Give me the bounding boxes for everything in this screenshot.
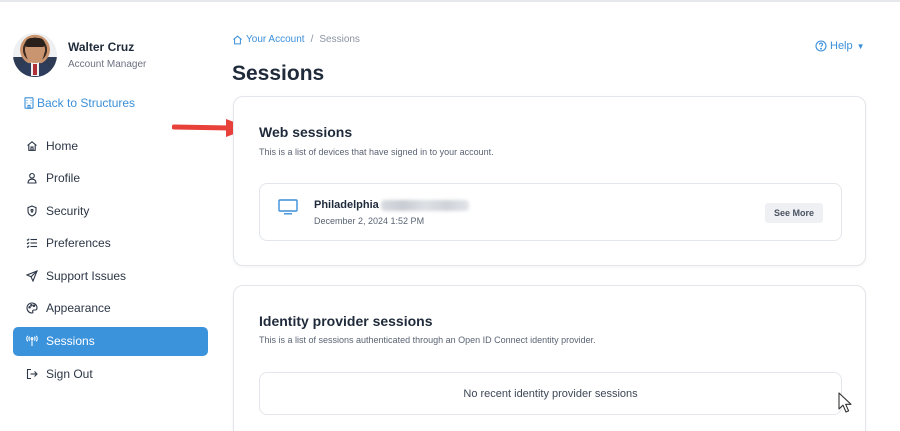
breadcrumb-your-account[interactable]: Your Account bbox=[232, 34, 305, 45]
back-link-label: Back to Structures bbox=[37, 96, 136, 110]
redacted-detail bbox=[380, 199, 469, 211]
sidebar-item-label: Sign Out bbox=[46, 366, 93, 381]
sidebar-item-label: Home bbox=[46, 138, 79, 153]
question-circle-icon bbox=[815, 40, 827, 52]
chevron-down-icon: ▼ bbox=[856, 41, 865, 51]
list-settings-icon bbox=[26, 238, 37, 249]
breadcrumb-current: Sessions bbox=[319, 34, 360, 45]
sidebar-item-profile[interactable]: Profile bbox=[13, 164, 208, 193]
palette-icon bbox=[26, 302, 38, 315]
session-item: Philadelphia December 2, 2024 1:52 PM Se… bbox=[259, 183, 842, 241]
sidebar-item-sessions[interactable]: Sessions bbox=[13, 326, 208, 356]
sidebar: Walter Cruz Account Manager Back to Stru… bbox=[0, 0, 222, 431]
idp-sessions-description: This is a list of sessions authenticated… bbox=[259, 335, 596, 345]
monitor-icon bbox=[278, 199, 298, 215]
help-menu[interactable]: Help ▼ bbox=[815, 40, 865, 52]
broadcast-icon bbox=[26, 335, 38, 347]
see-more-button[interactable]: See More bbox=[765, 203, 823, 223]
home-icon bbox=[27, 140, 37, 151]
sidebar-item-label: Appearance bbox=[46, 301, 111, 316]
building-icon bbox=[24, 97, 34, 109]
breadcrumb-separator: / bbox=[310, 34, 314, 45]
idp-empty-state: No recent identity provider sessions bbox=[259, 372, 842, 415]
web-sessions-description: This is a list of devices that have sign… bbox=[259, 147, 494, 157]
web-sessions-title: Web sessions bbox=[259, 124, 353, 140]
send-icon bbox=[26, 269, 38, 282]
back-to-structures-link[interactable]: Back to Structures bbox=[24, 96, 135, 110]
session-date: December 2, 2024 1:52 PM bbox=[314, 216, 425, 226]
sidebar-item-label: Profile bbox=[46, 171, 81, 186]
page-title: Sessions bbox=[232, 62, 325, 85]
sidebar-item-support-issues[interactable]: Support Issues bbox=[13, 261, 208, 290]
sidebar-item-preferences[interactable]: Preferences bbox=[13, 229, 208, 258]
session-location: Philadelphia bbox=[314, 199, 469, 211]
idp-sessions-card: Identity provider sessions This is a lis… bbox=[233, 285, 866, 431]
sidebar-item-sign-out[interactable]: Sign Out bbox=[13, 359, 208, 388]
sidebar-item-label: Support Issues bbox=[46, 268, 127, 283]
session-location-text: Philadelphia bbox=[314, 199, 379, 211]
shield-icon bbox=[27, 205, 37, 217]
user-icon bbox=[27, 173, 37, 184]
breadcrumb: Your Account / Sessions bbox=[232, 34, 360, 45]
sidebar-item-label: Preferences bbox=[46, 236, 111, 251]
sidebar-item-appearance[interactable]: Appearance bbox=[13, 294, 208, 323]
breadcrumb-root-label: Your Account bbox=[246, 34, 305, 45]
avatar[interactable] bbox=[13, 33, 57, 77]
help-label: Help bbox=[830, 40, 853, 52]
mouse-cursor-icon bbox=[838, 392, 852, 413]
user-role: Account Manager bbox=[68, 59, 147, 70]
idp-sessions-title: Identity provider sessions bbox=[259, 313, 433, 329]
user-name: Walter Cruz bbox=[68, 40, 135, 54]
user-profile: Walter Cruz Account Manager bbox=[13, 33, 146, 77]
sign-out-icon bbox=[26, 368, 38, 379]
idp-empty-message: No recent identity provider sessions bbox=[463, 387, 638, 400]
web-sessions-card: Web sessions This is a list of devices t… bbox=[233, 96, 866, 266]
sidebar-nav: Home Profile Security Preferences Suppor… bbox=[13, 131, 208, 392]
sidebar-item-label: Security bbox=[46, 203, 90, 218]
home-icon bbox=[233, 35, 242, 44]
sidebar-item-security[interactable]: Security bbox=[13, 196, 208, 225]
sidebar-item-label: Sessions bbox=[46, 334, 95, 349]
